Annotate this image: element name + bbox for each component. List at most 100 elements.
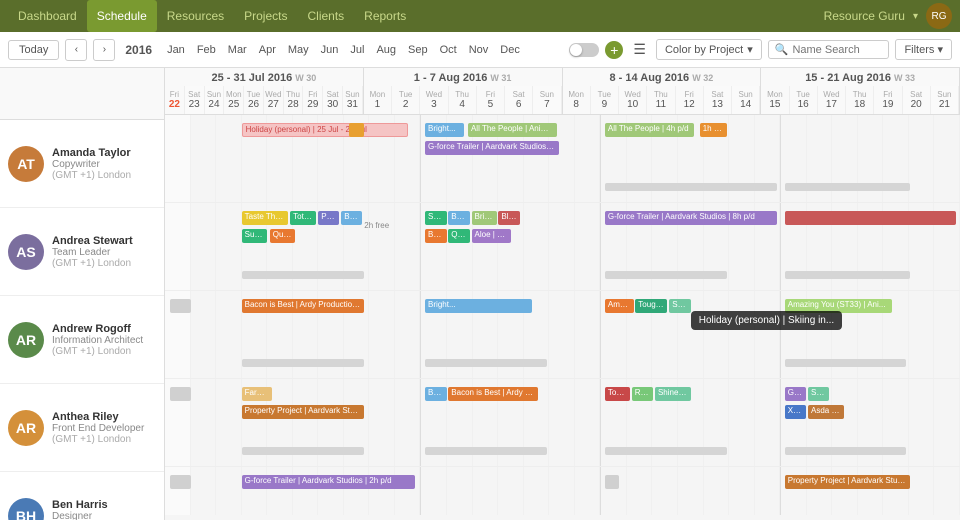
month-jun[interactable]: Jun: [316, 42, 344, 58]
month-mar[interactable]: Mar: [223, 42, 252, 58]
person-row-amanda-taylor[interactable]: AT Amanda Taylor Copywriter (GMT +1) Lon…: [0, 120, 164, 208]
person-row-andrew-rogoff[interactable]: AR Andrew Rogoff Information Architect (…: [0, 296, 164, 384]
task-ben-gray1[interactable]: [170, 475, 190, 489]
task-bacon-andy[interactable]: Bacon is Best | Ardy Productions | 4h p/…: [242, 299, 365, 313]
nav-dashboard[interactable]: Dashboard: [8, 0, 87, 32]
task-blackke[interactable]: Black Ke...: [498, 211, 519, 225]
today-button[interactable]: Today: [8, 40, 59, 60]
task-ben-gray2[interactable]: [605, 475, 619, 489]
month-sep[interactable]: Sep: [403, 42, 433, 58]
toggle-track[interactable]: [569, 43, 599, 57]
month-nov[interactable]: Nov: [464, 42, 494, 58]
month-may[interactable]: May: [283, 42, 314, 58]
task-1hp-w32[interactable]: 1h p/d: [700, 123, 727, 137]
list-icon[interactable]: ☰: [629, 39, 650, 60]
task-totally[interactable]: Totally...: [290, 211, 316, 225]
task-asda-anthea[interactable]: Asda | 8h p/d: [808, 405, 844, 419]
task-shine-anthea[interactable]: Shine Bright | P...: [655, 387, 691, 401]
year-label: 2016: [121, 43, 156, 57]
schedule-row-andrew: Bacon is Best | Ardy Productions | 4h p/…: [165, 291, 960, 379]
avail-anthea-w30: [242, 447, 365, 455]
person-info: Andrea Stewart Team Leader (GMT +1) Lond…: [52, 235, 156, 269]
person-row-ben-harris[interactable]: BH Ben Harris Designer (GMT +1) London: [0, 472, 164, 520]
task-bacon-w31[interactable]: Bacon...: [425, 229, 446, 243]
task-allpeople[interactable]: All The People | Animatrix | 4h p/d: [468, 123, 557, 137]
day-sun-31: Sun31: [343, 86, 363, 114]
task-aloe-w31[interactable]: Aloe | 4h p/d: [472, 229, 511, 243]
task-amanda-1[interactable]: [349, 123, 364, 137]
task-bright-anthea[interactable]: Bright.: [425, 387, 446, 401]
task-reach-anthea[interactable]: Reach...: [632, 387, 653, 401]
month-oct[interactable]: Oct: [435, 42, 462, 58]
nav-resources[interactable]: Resources: [157, 0, 234, 32]
schedule-container: AT Amanda Taylor Copywriter (GMT +1) Lon…: [0, 68, 960, 520]
month-dec[interactable]: Dec: [495, 42, 525, 58]
task-bright-aug1[interactable]: Bright...: [425, 123, 464, 137]
view-toggle[interactable]: [569, 43, 599, 57]
person-role: Copywriter: [52, 159, 156, 170]
task-taste-nectar[interactable]: Taste The Nectar: [242, 211, 288, 225]
task-quince-andrea[interactable]: Quince...: [270, 229, 296, 243]
person-info: Andrew Rogoff Information Architect (GMT…: [52, 323, 156, 357]
week-block-32: 8 - 14 Aug 2016 W 32 Mon8 Tue9 Wed10 Thu…: [563, 68, 762, 114]
day-fri-12: Fri12: [676, 86, 704, 114]
brand-arrow[interactable]: ▾: [913, 11, 918, 22]
next-arrow[interactable]: ›: [93, 39, 115, 61]
task-bacon-anthea[interactable]: Bacon is Best | Ardy Productions | 6h p/…: [448, 387, 537, 401]
filters-button[interactable]: Filters ▾: [895, 39, 952, 60]
calendar-grid: 25 - 31 Jul 2016 W 30 Fri22 Sat23 Sun24 …: [165, 68, 960, 520]
person-avatar: AS: [8, 234, 44, 270]
task-brightstar[interactable]: Bright Star App: [472, 211, 497, 225]
task-property[interactable]: Property Project | Aardvark Studio...: [242, 405, 365, 419]
person-row-andrea-stewart[interactable]: AS Andrea Stewart Team Leader (GMT +1) L…: [0, 208, 164, 296]
task-bright-w31[interactable]: Bright...: [448, 211, 469, 225]
search-box[interactable]: 🔍: [768, 40, 890, 59]
task-gforce-andrea[interactable]: G-force Trailer | Aardvark Studios | 8h …: [605, 211, 777, 225]
task-xstar-anthea[interactable]: X-Star: [785, 405, 806, 419]
color-by-button[interactable]: Color by Project ▾: [656, 39, 762, 60]
task-prope[interactable]: Prope...: [318, 211, 338, 225]
month-aug[interactable]: Aug: [371, 42, 401, 58]
task-gforce-trailer[interactable]: G-force Trailer | Aardvark Studios | 4h …: [425, 141, 559, 155]
task-amaz-w32[interactable]: Amaz...: [605, 299, 634, 313]
month-nav: Jan Feb Mar Apr May Jun Jul Aug Sep Oct …: [162, 42, 525, 58]
month-jul[interactable]: Jul: [345, 42, 369, 58]
month-jan[interactable]: Jan: [162, 42, 190, 58]
nav-clients[interactable]: Clients: [297, 0, 354, 32]
person-row-anthea-riley[interactable]: AR Anthea Riley Front End Developer (GMT…: [0, 384, 164, 472]
task-tough-anthea[interactable]: Tough...: [605, 387, 630, 401]
task-andrew-gray1[interactable]: [170, 299, 190, 313]
task-shine-w32[interactable]: Shine...: [669, 299, 690, 313]
month-feb[interactable]: Feb: [192, 42, 221, 58]
task-suppo[interactable]: Suppo...: [242, 229, 268, 243]
prev-arrow[interactable]: ‹: [65, 39, 87, 61]
search-icon: 🔍: [775, 43, 789, 56]
nav-schedule[interactable]: Schedule: [87, 0, 157, 32]
search-input[interactable]: [792, 44, 882, 56]
task-property-ben[interactable]: Property Project | Aardvark Studios... J…: [785, 475, 910, 489]
task-quincy-w31[interactable]: Quincy: [448, 229, 469, 243]
task-gforc-anthea[interactable]: G-forc...: [785, 387, 806, 401]
task-farmi[interactable]: Farmi...: [242, 387, 273, 401]
person-name: Andrea Stewart: [52, 235, 156, 247]
task-suppo-w31[interactable]: Suppo...: [425, 211, 446, 225]
add-button[interactable]: +: [605, 41, 623, 59]
task-w33-andrea[interactable]: [785, 211, 957, 225]
task-allpeople-w32[interactable]: All The People | 4h p/d: [605, 123, 694, 137]
task-gforce-ben[interactable]: G-force Trailer | Aardvark Studios | 2h …: [242, 475, 416, 489]
task-bright-andrew-w31[interactable]: Bright...: [425, 299, 532, 313]
task-holiday-amanda[interactable]: Holiday (personal) | 25 Jul - 29 Jul: [242, 123, 408, 137]
day-sun-14: Sun14: [732, 86, 760, 114]
task-bright-andrea[interactable]: Bright...: [341, 211, 361, 225]
task-tougher-w32[interactable]: Tougher Than T...: [635, 299, 667, 313]
schedule-scroll[interactable]: Holiday (personal) | 25 Jul - 29 Jul: [165, 115, 960, 515]
top-nav: Dashboard Schedule Resources Projects Cl…: [0, 0, 960, 32]
task-anthea-gray1[interactable]: [170, 387, 190, 401]
month-apr[interactable]: Apr: [254, 42, 281, 58]
day-wed-10: Wed10: [619, 86, 647, 114]
task-shine-anthea2[interactable]: Shine...: [808, 387, 829, 401]
user-avatar[interactable]: RG: [926, 3, 952, 29]
avail-anthea-w31: [425, 447, 547, 455]
nav-projects[interactable]: Projects: [234, 0, 297, 32]
nav-reports[interactable]: Reports: [354, 0, 416, 32]
